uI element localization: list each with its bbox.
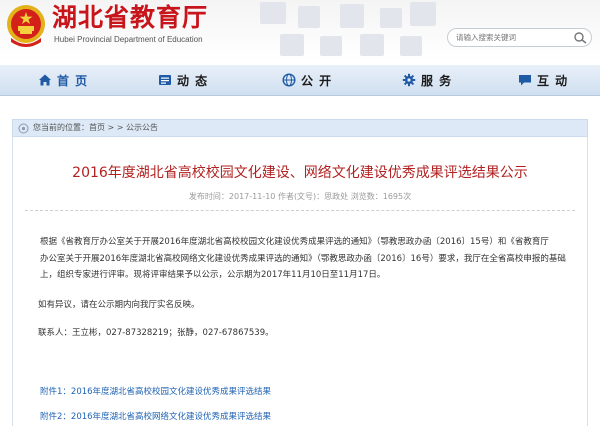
article-paragraph-1-line-2: 办公室关于开展2016年度湖北省高校网络文化建设优秀成果评选的通知》（鄂教思政办… xyxy=(40,254,566,264)
nav-label-service: 服 务 xyxy=(421,73,453,88)
home-icon xyxy=(39,74,51,86)
site-title: 湖北省教育厅 xyxy=(52,3,209,32)
article-paragraph-2: 如有异议，请在公示期内向我厅实名反映。 xyxy=(38,300,200,310)
article-paragraph-3: 联系人：王立彬，027-87328219；张静，027-67867539。 xyxy=(38,328,274,338)
article-paragraph-1-line-3: 上，组织专家进行评审。现将评审结果予以公示，公示期为2017年11月10日至11… xyxy=(40,270,386,280)
attachment-link-1[interactable]: 附件1：2016年度湖北省高校校园文化建设优秀成果评选结果 xyxy=(40,385,271,397)
search-input[interactable] xyxy=(456,29,566,46)
news-icon xyxy=(159,75,171,85)
attachment-link-2[interactable]: 附件2：2016年度湖北省高校网络文化建设优秀成果评选结果 xyxy=(40,410,271,422)
globe-icon xyxy=(282,73,296,87)
site-subtitle: Hubei Provincial Department of Education xyxy=(54,35,203,44)
site-header: 湖北省教育厅 Hubei Provincial Department of Ed… xyxy=(0,0,600,60)
article-meta: 发布时间：2017-11-10 作者(文号)：思政处 浏览数：1695次 xyxy=(188,192,412,201)
location-icon xyxy=(18,123,29,134)
header-decoration xyxy=(260,2,436,56)
chat-icon xyxy=(519,75,531,86)
nav-label-interact: 互 动 xyxy=(537,73,569,88)
breadcrumb-text: 您当前的位置：首页 > > 公示公告 xyxy=(33,123,159,132)
main-nav: 首 页 动 态 公 开 服 务 互 动 xyxy=(0,65,600,96)
gear-icon xyxy=(402,73,416,87)
nav-item-public[interactable]: 公 开 xyxy=(282,65,332,95)
nav-item-news[interactable]: 动 态 xyxy=(158,65,208,95)
national-emblem-icon xyxy=(7,5,45,47)
article-title: 2016年度湖北省高校校园文化建设、网络文化建设优秀成果评选结果公示 xyxy=(72,165,528,181)
title-divider xyxy=(25,210,575,211)
nav-item-home[interactable]: 首 页 xyxy=(38,65,88,95)
nav-item-interact[interactable]: 互 动 xyxy=(518,65,568,95)
nav-label-home: 首 页 xyxy=(57,73,89,88)
search-box xyxy=(447,28,592,47)
nav-label-public: 公 开 xyxy=(301,73,333,88)
nav-label-news: 动 态 xyxy=(177,73,209,88)
breadcrumb: 您当前的位置：首页 > > 公示公告 xyxy=(12,119,588,137)
article-paragraph-1-line-1: 根据《省教育厅办公室关于开展2016年度湖北省高校校园文化建设优秀成果评选的通知… xyxy=(40,237,549,247)
nav-item-service[interactable]: 服 务 xyxy=(402,65,452,95)
search-icon[interactable] xyxy=(573,31,588,44)
